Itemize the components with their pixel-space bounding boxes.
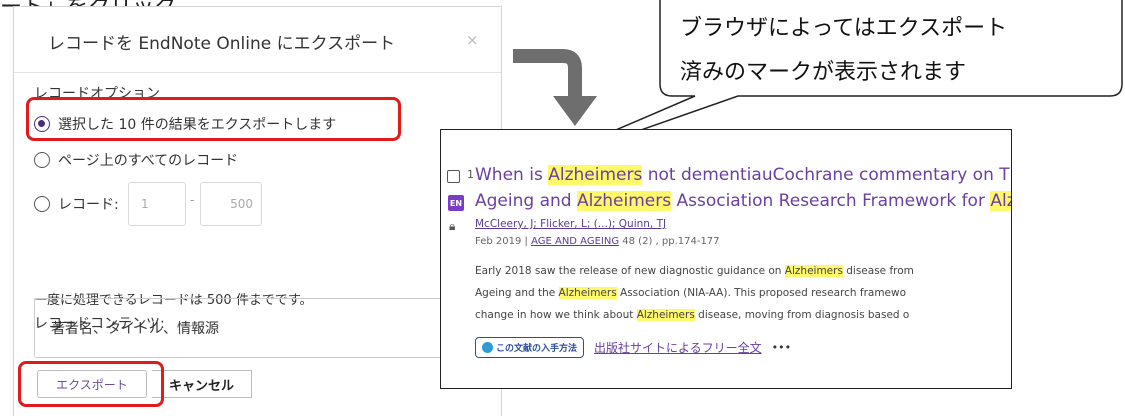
result-title[interactable]: When is Alzheimers not dementiauCochrane…: [475, 162, 1012, 214]
result-checkbox[interactable]: [447, 170, 460, 183]
free-fulltext-link[interactable]: 出版社サイトによるフリー全文: [594, 339, 762, 356]
radio-option-page-label: ページ上のすべてのレコード: [58, 153, 239, 169]
callout-line-1: ブラウザによってはエクスポート: [680, 16, 1008, 41]
record-content-select[interactable]: 著者名、タイトル、情報源 ⌄: [34, 298, 480, 358]
endnote-exported-badge: EN: [448, 195, 464, 211]
title-line-2: Ageing and Alzheimers Association Resear…: [475, 188, 1011, 214]
record-content-select-value: 著者名、タイトル、情報源: [51, 321, 219, 337]
radio-option-range-label: レコード:: [58, 197, 119, 213]
callout-line-2: 済みのマークが表示されます: [680, 60, 967, 85]
cancel-button[interactable]: キャンセル: [152, 370, 252, 398]
range-dash: -: [190, 193, 195, 207]
dialog-title: レコードを EndNote Online にエクスポート: [48, 34, 396, 54]
radio-unchecked-icon[interactable]: [34, 196, 50, 212]
export-dialog: レコードを EndNote Online にエクスポート × レコードオプション…: [13, 6, 502, 416]
radio-option-range[interactable]: レコード:: [34, 192, 119, 216]
radio-option-selected[interactable]: 選択した 10 件の結果をエクスポートします: [34, 112, 336, 136]
result-authors[interactable]: McCleery, J; Flicker, L; (...); Quinn, T…: [475, 218, 666, 230]
search-result-card: 1 EN 🔒︎ When is Alzheimers not dementiau…: [440, 129, 1012, 389]
export-button[interactable]: エクスポート: [37, 370, 147, 398]
result-links: この文献の入手方法 出版社サイトによるフリー全文 •••: [475, 336, 791, 358]
radio-checked-icon[interactable]: [34, 116, 50, 132]
record-options-label: レコードオプション: [34, 86, 160, 102]
range-to-input[interactable]: 500: [200, 182, 262, 226]
title-line-1: When is Alzheimers not dementiauCochrane…: [475, 165, 1012, 185]
radio-option-selected-label: 選択した 10 件の結果をエクスポートします: [58, 117, 337, 133]
result-source-link[interactable]: AGE AND AGEING: [531, 236, 619, 247]
result-meta: Feb 2019 | AGE AND AGEING 48 (2) , pp.17…: [475, 236, 720, 247]
result-abstract: Early 2018 saw the release of new diagno…: [475, 265, 914, 321]
result-number: 1: [467, 168, 474, 181]
globe-icon: [482, 341, 493, 353]
dialog-header: レコードを EndNote Online にエクスポート ×: [14, 7, 501, 73]
range-from-input[interactable]: 1: [128, 182, 186, 226]
radio-option-page[interactable]: ページ上のすべてのレコード: [34, 148, 238, 172]
more-options-button[interactable]: •••: [772, 341, 791, 354]
find-it-button[interactable]: この文献の入手方法: [475, 336, 585, 358]
lock-icon: 🔒︎: [449, 219, 456, 233]
radio-unchecked-icon[interactable]: [34, 152, 50, 168]
